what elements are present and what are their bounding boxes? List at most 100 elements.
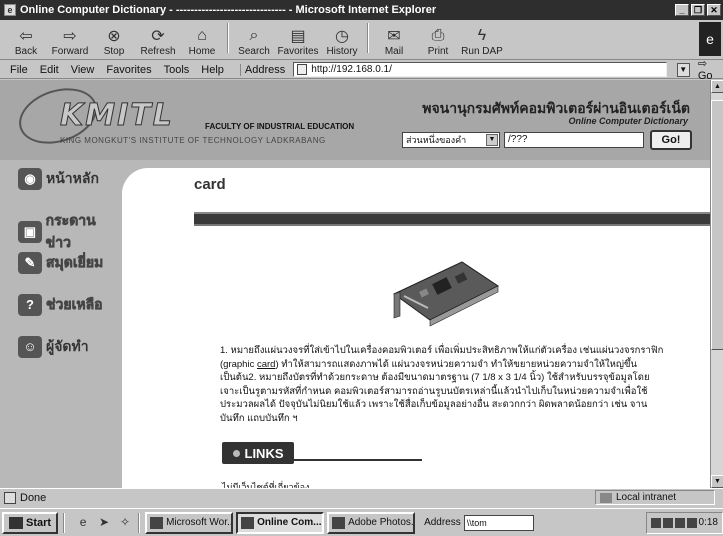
tray-network-icon[interactable] xyxy=(650,517,661,528)
task-label: Microsoft Wor... xyxy=(166,517,234,528)
intranet-icon xyxy=(600,492,612,503)
links-divider xyxy=(294,459,422,461)
mail-button[interactable]: ✉ Mail xyxy=(372,19,416,57)
scroll-thumb[interactable] xyxy=(711,100,723,350)
ie-icon xyxy=(241,516,255,529)
ie-throbber-icon: e xyxy=(699,22,721,56)
forward-label: Forward xyxy=(51,46,89,57)
search-go-button[interactable]: Go! xyxy=(650,130,692,150)
page-viewport: KMITL FACULTY OF INDUSTRIAL EDUCATION KI… xyxy=(0,80,710,488)
run-dap-button[interactable]: ϟ Run DAP xyxy=(460,19,504,57)
favorites-button[interactable]: ▤ Favorites xyxy=(276,19,320,57)
back-button[interactable]: ⇦ Back xyxy=(4,19,48,57)
home-icon: ⌂ xyxy=(197,27,207,44)
nav-item-home[interactable]: ◉ หน้าหลัก xyxy=(18,168,99,190)
clock: 0:18 xyxy=(698,517,718,528)
nav-label: สมุดเยี่ยม xyxy=(46,254,104,271)
faculty-name: FACULTY OF INDUSTRIAL EDUCATION xyxy=(205,122,355,131)
nav-item-bulletin-board[interactable]: ▣ กระดานข่าว xyxy=(18,210,120,254)
status-bar: Done Local intranet xyxy=(0,488,723,506)
go-button[interactable]: ⇨ Go xyxy=(698,57,723,82)
quicklaunch-outlook-icon[interactable]: ➤ xyxy=(96,515,112,531)
nav-item-guestbook[interactable]: ✎ สมุดเยี่ยม xyxy=(18,252,104,274)
no-links-text: ไม่มีเว็บไซต์ที่เกี่ยวข้อง xyxy=(222,482,310,488)
refresh-button[interactable]: ⟳ Refresh xyxy=(136,19,180,57)
links-title: LINKS xyxy=(222,442,294,464)
favorites-icon: ▤ xyxy=(290,28,306,45)
search-button[interactable]: ⌕ Search xyxy=(232,19,276,57)
vertical-scrollbar[interactable]: ▲ ▼ xyxy=(710,80,723,488)
site-header: KMITL FACULTY OF INDUSTRIAL EDUCATION KI… xyxy=(0,80,710,160)
menu-edit[interactable]: Edit xyxy=(34,64,65,76)
search-mode-value: ส่วนหนึ่งของคำ xyxy=(406,135,467,145)
refresh-label: Refresh xyxy=(140,46,176,57)
menu-favorites[interactable]: Favorites xyxy=(100,64,157,76)
address-dropdown-icon[interactable]: ▼ xyxy=(676,62,690,77)
bulletin-board-icon: ▣ xyxy=(18,221,42,243)
refresh-icon: ⟳ xyxy=(151,28,165,45)
home-button[interactable]: ⌂ Home xyxy=(180,19,224,57)
task-online-computer-dictionary[interactable]: Online Com... xyxy=(236,511,325,534)
address-value: http://192.168.0.1/ xyxy=(311,64,392,75)
quicklaunch-channels-icon[interactable]: ✧ xyxy=(117,515,133,531)
title-divider-bar xyxy=(194,212,710,226)
tray-app-icon[interactable] xyxy=(686,517,697,528)
menu-tools[interactable]: Tools xyxy=(158,64,196,76)
security-zone: Local intranet xyxy=(595,490,715,505)
stop-label: Stop xyxy=(103,46,125,57)
search-mode-select[interactable]: ส่วนหนึ่งของคำ ▼ xyxy=(402,132,500,148)
print-button[interactable]: ⎙ Print xyxy=(416,19,460,57)
taskbar-address-input[interactable]: \\tom xyxy=(463,514,534,531)
entry-panel: card 1. หมายถึงแผ่นวงจรที่ใส่เข้าไปในเคร… xyxy=(122,168,710,488)
restore-button[interactable]: ❐ xyxy=(691,4,705,16)
print-label: Print xyxy=(427,46,449,57)
tray-language-icon[interactable] xyxy=(662,517,673,528)
taskbar-address-toolbar: Address \\tom xyxy=(424,514,534,531)
stop-icon: ⊗ xyxy=(107,28,121,45)
window-title-bar: e Online Computer Dictionary - ---------… xyxy=(0,0,723,20)
taskbar-address-label: Address xyxy=(424,517,461,528)
mail-label: Mail xyxy=(384,46,404,57)
site-logo[interactable]: KMITL xyxy=(60,98,174,134)
start-label: Start xyxy=(26,516,52,529)
scroll-up-icon[interactable]: ▲ xyxy=(711,80,723,93)
nav-item-help[interactable]: ? ช่วยเหลือ xyxy=(18,294,103,316)
nav-label: ผู้จัดทำ xyxy=(46,338,89,354)
address-field[interactable]: http://192.168.0.1/ xyxy=(293,62,667,77)
task-microsoft-word[interactable]: Microsoft Wor... xyxy=(145,511,234,534)
task-label: Adobe Photos... xyxy=(348,517,416,528)
run-dap-label: Run DAP xyxy=(461,46,503,57)
tray-volume-icon[interactable] xyxy=(674,517,685,528)
history-label: History xyxy=(326,46,358,57)
search-input[interactable]: /??? xyxy=(504,132,644,148)
stop-button[interactable]: ⊗ Stop xyxy=(92,19,136,57)
back-label: Back xyxy=(14,46,38,57)
scroll-down-icon[interactable]: ▼ xyxy=(711,475,723,488)
menu-view[interactable]: View xyxy=(65,64,101,76)
definition-link[interactable]: card xyxy=(257,359,275,370)
entry-word: card xyxy=(194,176,226,193)
mail-icon: ✉ xyxy=(387,28,401,45)
links-section-header: LINKS xyxy=(222,442,422,464)
menu-help[interactable]: Help xyxy=(195,64,230,76)
definition-text: ) ทำให้สามารถแสดงภาพได้ แผ่นวงจรหน่วยควา… xyxy=(220,358,650,424)
history-button[interactable]: ◷ History xyxy=(320,19,364,57)
back-arrow-icon: ⇦ xyxy=(19,28,33,45)
photoshop-icon xyxy=(332,516,346,529)
task-adobe-photoshop[interactable]: Adobe Photos... xyxy=(327,511,416,534)
minimize-button[interactable]: _ xyxy=(675,4,689,16)
forward-button[interactable]: ⇨ Forward xyxy=(48,19,92,57)
task-label: Online Com... xyxy=(257,517,322,528)
taskbar-separator xyxy=(63,512,66,533)
close-button[interactable]: ✕ xyxy=(707,4,721,16)
quicklaunch-ie-icon[interactable]: e xyxy=(75,515,91,531)
nav-label: กระดานข่าว xyxy=(45,212,96,251)
windows-logo-icon xyxy=(9,516,23,529)
nav-item-authors[interactable]: ☺ ผู้จัดทำ xyxy=(18,336,89,358)
guestbook-icon: ✎ xyxy=(18,252,42,274)
expansion-card-image xyxy=(393,261,499,327)
help-icon: ? xyxy=(18,294,42,316)
history-icon: ◷ xyxy=(335,28,349,45)
menu-file[interactable]: File xyxy=(4,64,34,76)
start-button[interactable]: Start xyxy=(2,511,59,534)
